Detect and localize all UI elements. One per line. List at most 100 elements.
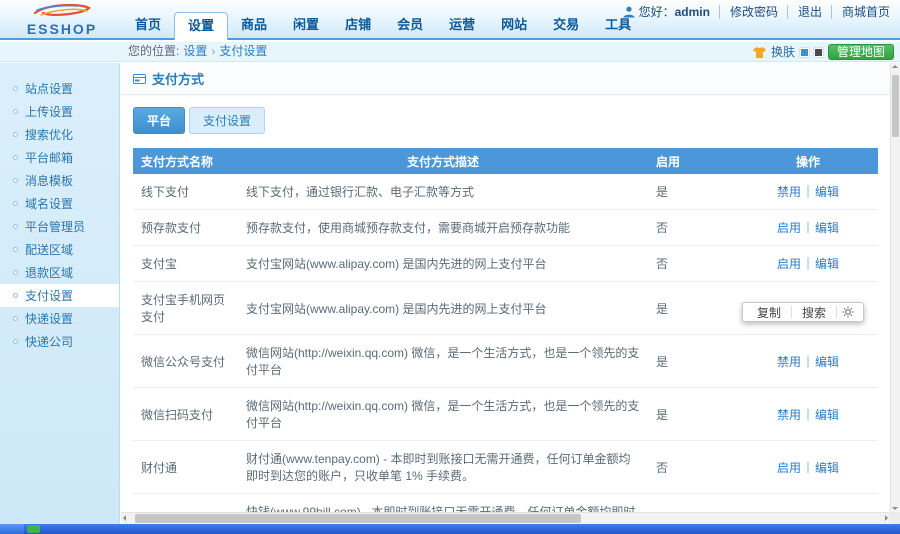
column-header: 启用 [648, 148, 738, 174]
actions-cell: 禁用｜编辑 [738, 174, 878, 210]
skin-swatch-blue[interactable] [800, 48, 809, 57]
action-link[interactable]: 禁用 [777, 408, 801, 422]
skin-shirt-icon[interactable] [753, 47, 766, 58]
bullet-icon [13, 247, 18, 252]
scroll-left-arrow[interactable] [121, 513, 133, 524]
context-menu-item[interactable]: 复制 [747, 304, 791, 321]
sidebar-item[interactable]: 域名设置 [0, 192, 119, 215]
vertical-scroll-thumb[interactable] [892, 75, 899, 137]
taskbar-start-area[interactable] [0, 524, 24, 534]
tab[interactable]: 支付设置 [189, 107, 265, 134]
enabled-cell: 否 [648, 494, 738, 513]
actions-cell: 启用｜编辑 [738, 494, 878, 513]
nav-item[interactable]: 店铺 [332, 12, 384, 38]
nav-item[interactable]: 商品 [228, 12, 280, 38]
action-link[interactable]: 编辑 [815, 185, 839, 199]
action-link[interactable]: 禁用 [777, 355, 801, 369]
sidebar-item[interactable]: 搜索优化 [0, 123, 119, 146]
bullet-icon [13, 178, 18, 183]
sidebar-item[interactable]: 消息模板 [0, 169, 119, 192]
sidebar-item[interactable]: 站点设置 [0, 77, 119, 100]
gear-icon[interactable] [837, 306, 859, 318]
user-links: 修改密码退出商城首页 [710, 5, 890, 19]
sidebar-item[interactable]: 配送区域 [0, 238, 119, 261]
bullet-icon [13, 339, 18, 344]
user-name: admin [675, 5, 710, 19]
action-link[interactable]: 编辑 [815, 408, 839, 422]
sidebar-item[interactable]: 平台管理员 [0, 215, 119, 238]
logo[interactable]: ESSHOP [6, 1, 118, 39]
context-menu-item[interactable]: 搜索 [792, 304, 836, 321]
horizontal-scrollbar[interactable] [121, 512, 890, 524]
section-header: 支付方式 [121, 63, 890, 95]
manage-map-button[interactable]: 管理地图 [828, 44, 894, 60]
breadcrumb-bar: 您的位置:设置›支付设置 换肤 管理地图 [0, 42, 900, 62]
action-link[interactable]: 禁用 [777, 185, 801, 199]
payment-desc-cell: 支付宝网站(www.alipay.com) 是国内先进的网上支付平台 [238, 246, 648, 282]
sidebar-item[interactable]: 快递设置 [0, 307, 119, 330]
sidebar-item[interactable]: 快递公司 [0, 330, 119, 353]
context-menu: 复制搜索 [742, 302, 864, 322]
nav-item[interactable]: 工具 [592, 12, 644, 38]
payment-desc-cell: 微信网站(http://weixin.qq.com) 微信，是一个生活方式，也是… [238, 335, 648, 388]
change-skin-label[interactable]: 换肤 [771, 43, 795, 62]
tab[interactable]: 平台 [133, 107, 185, 134]
sidebar-item-label: 快递公司 [25, 333, 73, 350]
tabs: 平台支付设置 [133, 107, 890, 134]
table-row: 线下支付线下支付，通过银行汇款、电子汇款等方式是禁用｜编辑 [133, 174, 878, 210]
enabled-cell: 否 [648, 210, 738, 246]
user-link[interactable]: 修改密码 [719, 5, 778, 19]
scroll-down-arrow[interactable] [891, 502, 900, 512]
bullet-icon [13, 86, 18, 91]
nav-item[interactable]: 网站 [488, 12, 540, 38]
payment-desc-cell: 微信网站(http://weixin.qq.com) 微信，是一个生活方式，也是… [238, 388, 648, 441]
payment-name-cell: 支付宝手机网页支付 [133, 282, 238, 335]
enabled-cell: 是 [648, 174, 738, 210]
sidebar-item[interactable]: 支付设置 [0, 284, 119, 307]
enabled-cell: 否 [648, 441, 738, 494]
enabled-cell: 否 [648, 246, 738, 282]
actions-cell: 禁用｜编辑 [738, 335, 878, 388]
logo-text: ESSHOP [6, 22, 118, 36]
action-link[interactable]: 编辑 [815, 461, 839, 475]
skin-swatch-dark[interactable] [814, 48, 823, 57]
action-link[interactable]: 编辑 [815, 257, 839, 271]
horizontal-scroll-thumb[interactable] [135, 514, 581, 523]
user-link[interactable]: 退出 [787, 5, 822, 19]
payment-desc-cell: 财付通(www.tenpay.com) - 本即时到账接口无需开通费，任何订单金… [238, 441, 648, 494]
breadcrumb-item[interactable]: 设置 [183, 44, 207, 58]
main-content: 支付方式 平台支付设置 支付方式名称支付方式描述启用操作 线下支付线下支付，通过… [121, 63, 890, 512]
action-link[interactable]: 启用 [777, 461, 801, 475]
action-link[interactable]: 启用 [777, 221, 801, 235]
app-window: ESSHOP 您好：admin修改密码退出商城首页 首页设置商品闲置店铺会员运营… [0, 0, 900, 534]
taskbar-app-indicator[interactable] [27, 525, 40, 533]
action-link[interactable]: 编辑 [815, 355, 839, 369]
payment-name-cell: 财付通 [133, 441, 238, 494]
action-link[interactable]: 启用 [777, 257, 801, 271]
sidebar-item[interactable]: 退款区域 [0, 261, 119, 284]
user-link[interactable]: 商城首页 [831, 5, 890, 19]
sidebar-item[interactable]: 平台邮箱 [0, 146, 119, 169]
action-link[interactable]: 编辑 [815, 221, 839, 235]
payment-method-icon [133, 73, 146, 85]
sidebar-item[interactable]: 上传设置 [0, 100, 119, 123]
nav-item[interactable]: 交易 [540, 12, 592, 38]
nav-item[interactable]: 闲置 [280, 12, 332, 38]
scroll-up-arrow[interactable] [891, 63, 900, 73]
vertical-scrollbar[interactable] [890, 63, 900, 512]
nav-item[interactable]: 首页 [122, 12, 174, 38]
payment-table: 支付方式名称支付方式描述启用操作 线下支付线下支付，通过银行汇款、电子汇款等方式… [133, 148, 878, 512]
enabled-cell: 是 [648, 335, 738, 388]
scroll-right-arrow[interactable] [878, 513, 890, 524]
actions-cell: 启用｜编辑 [738, 441, 878, 494]
nav-item[interactable]: 会员 [384, 12, 436, 38]
payment-desc-cell: 线下支付，通过银行汇款、电子汇款等方式 [238, 174, 648, 210]
nav-item[interactable]: 运营 [436, 12, 488, 38]
breadcrumb-item[interactable]: 支付设置 [219, 44, 267, 58]
action-separator: ｜ [802, 408, 814, 422]
sidebar-menu: 站点设置上传设置搜索优化平台邮箱消息模板域名设置平台管理员配送区域退款区域支付设… [0, 77, 119, 353]
breadcrumb-right-tools: 换肤 管理地图 [753, 42, 894, 62]
payment-name-cell: 预存款支付 [133, 210, 238, 246]
nav-item[interactable]: 设置 [174, 12, 228, 40]
logo-swirl-icon [27, 8, 97, 22]
